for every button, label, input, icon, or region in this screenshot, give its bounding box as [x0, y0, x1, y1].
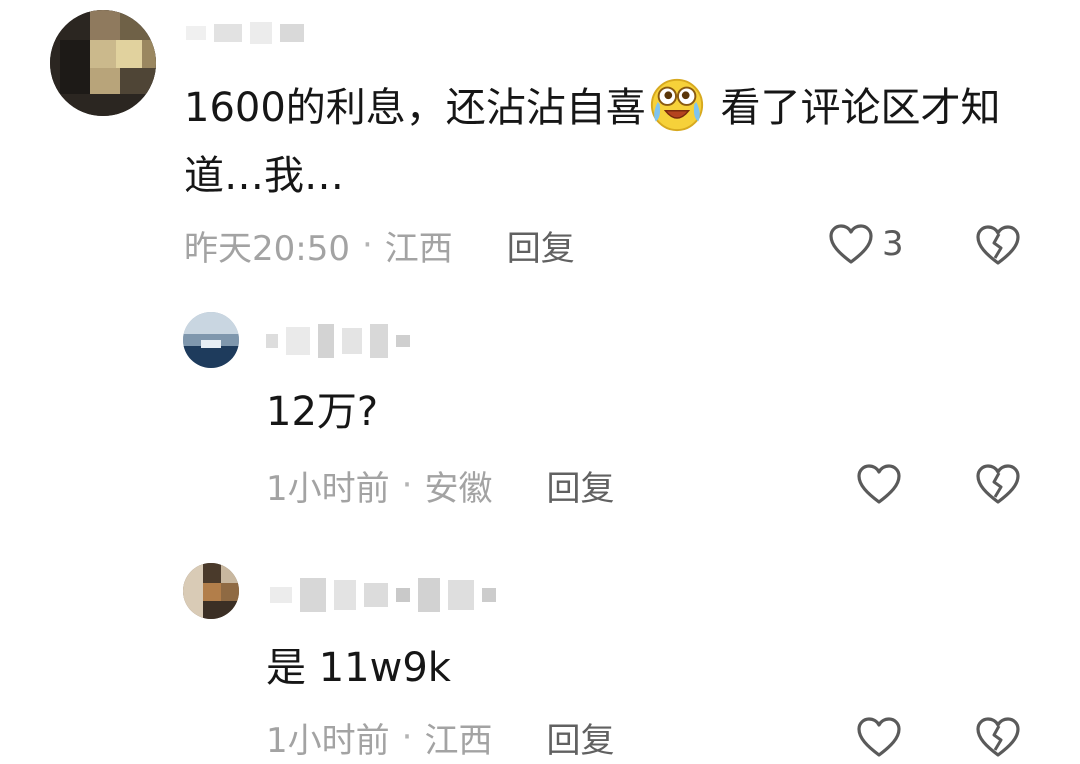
location: 安徽 [424, 468, 493, 509]
timestamp: 1小时前 [266, 468, 390, 509]
timestamp: 昨天20:50 [184, 228, 350, 269]
comment-meta: 昨天20:50 · 江西 回复 [184, 221, 575, 270]
crying-laughing-emoji-icon [650, 78, 703, 132]
meta-separator: · [401, 717, 413, 757]
like-button[interactable] [856, 714, 902, 760]
location: 江西 [424, 720, 493, 761]
dislike-button[interactable] [975, 714, 1021, 760]
username-redacted[interactable] [186, 22, 304, 44]
location: 江西 [384, 228, 453, 269]
broken-heart-icon [976, 225, 1020, 265]
dislike-button[interactable] [975, 222, 1021, 268]
avatar[interactable] [183, 312, 239, 368]
meta-separator: · [401, 465, 413, 505]
comment-meta: 1小时前 · 江西 回复 [266, 713, 614, 762]
like-button[interactable] [856, 461, 902, 507]
like-button[interactable]: 3 [828, 220, 904, 268]
reply-button[interactable]: 回复 [546, 713, 614, 762]
dislike-button[interactable] [975, 461, 1021, 507]
reply-button[interactable]: 回复 [507, 221, 575, 270]
heart-outline-icon [829, 224, 873, 264]
heart-outline-icon [857, 464, 901, 504]
timestamp: 1小时前 [266, 720, 390, 761]
comment-text: 1600的利息，还沾沾自喜 看了评论区才知道…我… [184, 74, 1044, 210]
username-redacted[interactable] [270, 578, 496, 612]
broken-heart-icon [976, 717, 1020, 757]
avatar[interactable] [50, 10, 156, 116]
broken-heart-icon [976, 464, 1020, 504]
like-count: 3 [882, 224, 904, 264]
username-redacted[interactable] [266, 324, 410, 358]
meta-separator: · [361, 225, 373, 265]
comment-meta: 1小时前 · 安徽 回复 [266, 461, 614, 510]
comment-thread: 1600的利息，还沾沾自喜 看了评论区才知道…我… 昨天20:50 · 江西 回… [0, 0, 1080, 764]
comment-text-part: 1600的利息，还沾沾自喜 [184, 85, 646, 131]
comment-text: 12万? [266, 389, 379, 435]
reply-button[interactable]: 回复 [546, 461, 614, 510]
comment-text: 是 11w9k [266, 645, 451, 691]
heart-outline-icon [857, 717, 901, 757]
avatar[interactable] [183, 563, 239, 619]
